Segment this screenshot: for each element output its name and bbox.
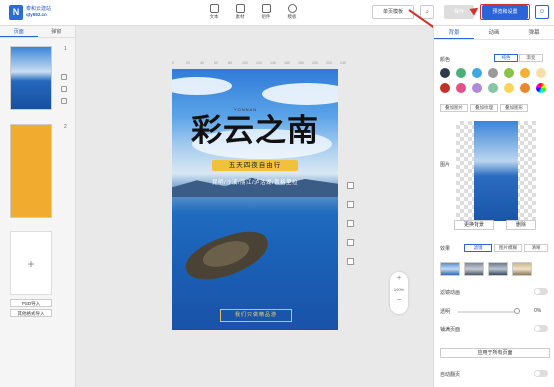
template-icon — [287, 4, 297, 13]
poster-footer-button[interactable]: 我们只做精品游 — [220, 309, 292, 322]
page-number: 2 — [64, 124, 67, 130]
publish-button[interactable]: ⏻ — [535, 5, 549, 19]
power-icon: ⏻ — [540, 9, 544, 15]
ruler-horizontal: 0 20 40 60 80 100 120 140 160 180 200 22… — [172, 61, 346, 65]
color-swatch[interactable] — [488, 83, 498, 93]
cloud — [172, 77, 232, 95]
color-swatch[interactable] — [520, 83, 530, 93]
filter-thumbnail[interactable] — [512, 262, 532, 276]
play-icon[interactable] — [347, 182, 354, 189]
properties-panel: 背景 动画 弹幕 颜色 纯色 渐变 叠加图片 叠加纹理 叠加图形 图片 更换背景… — [433, 26, 554, 387]
page-number: 1 — [64, 46, 67, 52]
color-picker-icon[interactable] — [536, 83, 546, 93]
blur-animation-label: 滤镜动画 — [440, 290, 461, 296]
effect-filter[interactable]: 滤镜 — [464, 244, 492, 252]
auto-page-turn-toggle[interactable] — [534, 370, 548, 377]
tab-animation[interactable]: 动画 — [474, 26, 514, 39]
poster-tagline[interactable]: 五天四夜自由行 — [212, 160, 298, 171]
filter-thumbnail[interactable] — [488, 262, 508, 276]
music-button[interactable]: ♫ — [420, 5, 434, 19]
save-button[interactable]: 保存 — [444, 5, 474, 19]
color-mode-solid[interactable]: 纯色 — [494, 54, 518, 62]
zoom-out-icon[interactable]: − — [390, 297, 408, 304]
brand-logo: N — [9, 5, 23, 20]
tab-popups[interactable]: 弹窗 — [38, 26, 76, 37]
opacity-slider-handle[interactable] — [514, 308, 520, 314]
page-thumbnail-2[interactable] — [10, 124, 52, 218]
delete-background-button[interactable]: 删除 — [506, 220, 536, 230]
zoom-control[interactable]: + 100% − — [390, 272, 408, 314]
filter-thumbnail[interactable] — [464, 262, 484, 276]
image-label: 图片 — [440, 162, 451, 168]
text-icon — [209, 4, 219, 13]
component-icon — [261, 4, 271, 13]
poster-subtitle-en[interactable]: YONNAN — [234, 107, 257, 112]
blur-animation-toggle[interactable] — [534, 288, 548, 295]
single-page-template-button[interactable]: 单页模板 — [372, 5, 414, 19]
effect-label: 效果 — [440, 246, 451, 252]
opacity-slider[interactable] — [458, 311, 518, 313]
color-swatch[interactable] — [504, 68, 514, 78]
bg-tab-overlay-image[interactable]: 叠加图片 — [440, 104, 468, 112]
effect-clear[interactable]: 清晰 — [524, 244, 548, 252]
filter-thumbnail[interactable] — [440, 262, 460, 276]
psd-import-button[interactable]: PSD导入 — [10, 299, 52, 307]
brand-url: qty592.cn — [26, 12, 47, 17]
color-label: 颜色 — [440, 57, 451, 63]
fill-page-toggle[interactable] — [534, 325, 548, 332]
poster-places[interactable]: 昆明/沙溪/丽江/泸沽湖/香格里拉 — [172, 178, 338, 186]
color-swatch[interactable] — [504, 83, 514, 93]
color-swatch[interactable] — [440, 68, 450, 78]
background-preview — [456, 121, 536, 221]
design-canvas[interactable]: 彩云之南 YONNAN 五天四夜自由行 昆明/沙溪/丽江/泸沽湖/香格里拉 我们… — [172, 69, 338, 330]
background-image — [474, 121, 518, 221]
apply-all-pages-button[interactable]: 应用于所有页面 — [440, 348, 550, 358]
other-import-button[interactable]: 其他格式导入 — [10, 309, 52, 317]
fill-page-label: 铺满页面 — [440, 327, 461, 333]
tab-background[interactable]: 背景 — [434, 26, 474, 39]
color-swatch[interactable] — [488, 68, 498, 78]
opacity-value[interactable]: 0% — [534, 308, 541, 314]
grid-icon[interactable] — [347, 239, 354, 246]
add-page-button[interactable]: + — [10, 231, 52, 295]
copy-icon[interactable] — [347, 220, 354, 227]
highlight-box — [480, 4, 530, 20]
music-icon: ♫ — [425, 9, 429, 15]
delete-page-icon[interactable] — [61, 98, 67, 104]
tool-material[interactable]: 素材 — [230, 4, 250, 20]
change-background-button[interactable]: 更换背景 — [454, 220, 494, 230]
color-swatch[interactable] — [456, 83, 466, 93]
opacity-label: 透明 — [440, 309, 451, 315]
tab-barrage[interactable]: 弹幕 — [514, 26, 554, 39]
tool-template[interactable]: 模板 — [282, 4, 302, 20]
auto-page-turn-label: 自动翻页 — [440, 372, 461, 378]
color-mode-gradient[interactable]: 渐变 — [519, 54, 543, 62]
tab-pages[interactable]: 页面 — [0, 26, 38, 37]
color-swatch[interactable] — [472, 83, 482, 93]
bg-tab-overlay-texture[interactable]: 叠加纹理 — [470, 104, 498, 112]
tool-text[interactable]: 文本 — [204, 4, 224, 20]
image-icon[interactable] — [347, 258, 354, 265]
cloud — [262, 83, 338, 105]
add-page-icon[interactable] — [61, 74, 67, 80]
plus-icon: + — [27, 257, 35, 271]
color-swatch[interactable] — [520, 68, 530, 78]
color-swatch[interactable] — [440, 83, 450, 93]
effect-blur[interactable]: 图片模糊 — [494, 244, 522, 252]
bg-tab-overlay-shape[interactable]: 叠加图形 — [500, 104, 528, 112]
brand: 泰和云建站 qty592.cn — [26, 6, 51, 18]
image-icon — [235, 4, 245, 13]
top-toolbar: N 泰和云建站 qty592.cn 文本 素材 组件 模板 单页模板 ♫ 保存 … — [0, 0, 554, 26]
copy-page-icon[interactable] — [61, 86, 67, 92]
color-swatch[interactable] — [536, 68, 546, 78]
page-panel: 页面 弹窗 1 2 + PSD导入 其他格式导入 — [0, 26, 76, 387]
color-swatch[interactable] — [456, 68, 466, 78]
zoom-level: 100% — [393, 287, 405, 292]
page-thumbnail-1[interactable] — [10, 46, 52, 110]
tool-component[interactable]: 组件 — [256, 4, 276, 20]
color-swatch[interactable] — [472, 68, 482, 78]
canvas-side-tools — [347, 182, 355, 277]
zoom-in-icon[interactable]: + — [390, 275, 408, 282]
layer-icon[interactable] — [347, 201, 354, 208]
